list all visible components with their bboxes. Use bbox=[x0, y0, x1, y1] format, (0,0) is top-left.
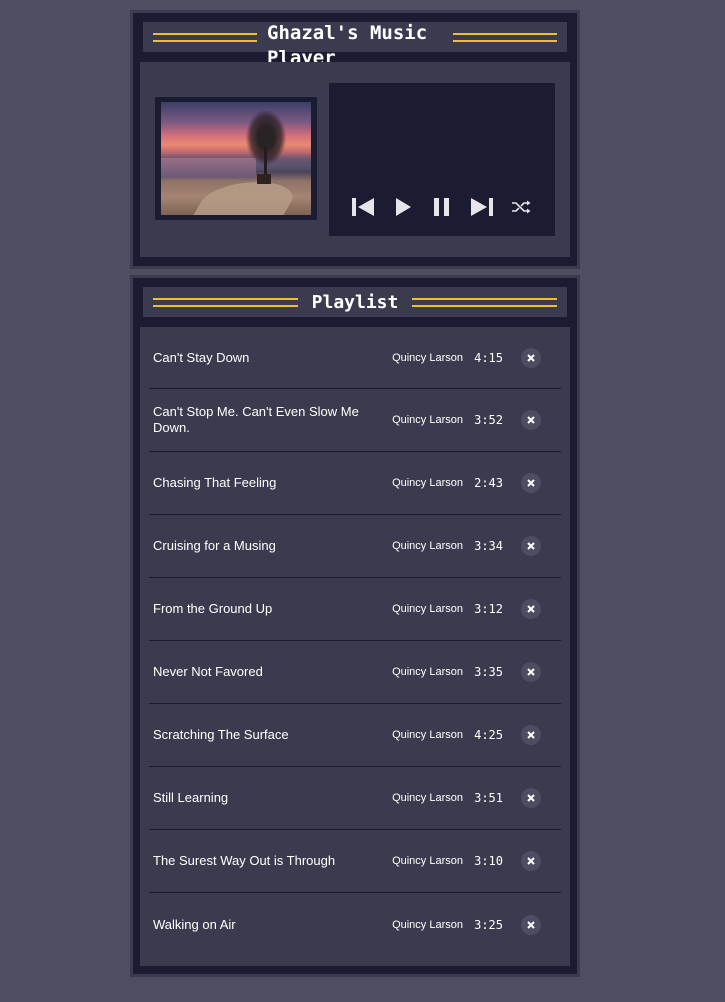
song-title: Chasing That Feeling bbox=[153, 475, 277, 490]
play-icon bbox=[395, 198, 411, 216]
song-title: Can't Stay Down bbox=[153, 349, 250, 365]
song-item[interactable]: Walking on Air Quincy Larson 3:25 bbox=[149, 893, 561, 956]
close-icon bbox=[527, 857, 535, 865]
previous-button[interactable] bbox=[349, 194, 377, 220]
album-art-frame bbox=[155, 97, 317, 220]
song-artist: Quincy Larson bbox=[392, 414, 463, 426]
song-title: Can't Stop Me. Can't Even Slow Me Down. bbox=[153, 404, 359, 435]
previous-icon bbox=[352, 198, 374, 216]
playlist-title-bar: Playlist bbox=[143, 287, 567, 317]
song-artist: Quincy Larson bbox=[392, 351, 463, 364]
song-artist: Quincy Larson bbox=[392, 666, 463, 678]
song-artist: Quincy Larson bbox=[392, 603, 463, 615]
song-duration: 4:15 bbox=[474, 350, 503, 365]
song-duration: 4:25 bbox=[474, 728, 503, 742]
song-duration: 3:52 bbox=[474, 413, 503, 427]
song-title: Walking on Air bbox=[153, 916, 236, 932]
song-item[interactable]: From the Ground Up Quincy Larson 3:12 bbox=[149, 578, 561, 641]
song-artist: Quincy Larson bbox=[392, 792, 463, 804]
song-duration: 2:43 bbox=[474, 476, 503, 490]
song-artist: Quincy Larson bbox=[392, 477, 463, 489]
song-duration: 3:34 bbox=[474, 539, 503, 553]
pause-button[interactable] bbox=[428, 194, 456, 220]
close-icon bbox=[527, 920, 535, 929]
close-icon bbox=[527, 605, 535, 613]
close-icon bbox=[527, 731, 535, 739]
decorative-lines bbox=[153, 297, 298, 307]
song-title: From the Ground Up bbox=[153, 601, 273, 616]
decorative-lines bbox=[453, 32, 557, 42]
close-icon bbox=[527, 416, 535, 424]
playlist-panel: Playlist Can't Stay Down Quincy Larson 4… bbox=[130, 275, 580, 977]
song-title: Never Not Favored bbox=[153, 664, 263, 679]
song-duration: 3:25 bbox=[474, 917, 503, 932]
delete-button[interactable] bbox=[521, 599, 541, 619]
player-content bbox=[140, 62, 570, 257]
close-icon bbox=[527, 542, 535, 550]
song-item[interactable]: Still Learning Quincy Larson 3:51 bbox=[149, 767, 561, 830]
song-item[interactable]: The Surest Way Out is Through Quincy Lar… bbox=[149, 830, 561, 893]
close-icon bbox=[527, 668, 535, 676]
pause-icon bbox=[434, 198, 449, 216]
song-item[interactable]: Can't Stay Down Quincy Larson 4:15 bbox=[149, 327, 561, 389]
song-duration: 3:10 bbox=[474, 854, 503, 868]
song-item[interactable]: Can't Stop Me. Can't Even Slow Me Down. … bbox=[149, 389, 561, 452]
delete-button[interactable] bbox=[521, 725, 541, 745]
play-button[interactable] bbox=[389, 194, 417, 220]
close-icon bbox=[527, 479, 535, 487]
song-artist: Quincy Larson bbox=[392, 855, 463, 867]
decorative-lines bbox=[412, 297, 558, 307]
song-duration: 3:12 bbox=[474, 602, 503, 616]
album-art bbox=[161, 102, 311, 215]
song-title: Still Learning bbox=[153, 790, 229, 805]
decorative-lines bbox=[153, 32, 257, 42]
song-artist: Quincy Larson bbox=[392, 540, 463, 552]
delete-button[interactable] bbox=[521, 347, 541, 368]
playlist: Can't Stay Down Quincy Larson 4:15 Can't… bbox=[140, 327, 570, 966]
delete-button[interactable] bbox=[521, 914, 541, 935]
player-display bbox=[329, 83, 555, 236]
next-button[interactable] bbox=[468, 194, 496, 220]
song-title: Scratching The Surface bbox=[153, 727, 289, 742]
song-item[interactable]: Cruising for a Musing Quincy Larson 3:34 bbox=[149, 515, 561, 578]
song-artist: Quincy Larson bbox=[392, 918, 463, 931]
shuffle-icon bbox=[512, 200, 531, 214]
song-title: The Surest Way Out is Through bbox=[153, 853, 336, 868]
song-duration: 3:35 bbox=[474, 665, 503, 679]
close-icon bbox=[527, 353, 535, 362]
playlist-title: Playlist bbox=[311, 291, 399, 313]
delete-button[interactable] bbox=[521, 536, 541, 556]
delete-button[interactable] bbox=[521, 410, 541, 430]
song-title: Cruising for a Musing bbox=[153, 538, 276, 553]
player-controls bbox=[349, 194, 535, 220]
delete-button[interactable] bbox=[521, 851, 541, 871]
song-item[interactable]: Chasing That Feeling Quincy Larson 2:43 bbox=[149, 452, 561, 515]
song-item[interactable]: Scratching The Surface Quincy Larson 4:2… bbox=[149, 704, 561, 767]
close-icon bbox=[527, 794, 535, 802]
player-title-bar: Ghazal's Music Player bbox=[143, 22, 567, 69]
song-duration: 3:51 bbox=[474, 791, 503, 805]
delete-button[interactable] bbox=[521, 662, 541, 682]
song-artist: Quincy Larson bbox=[392, 729, 463, 741]
next-icon bbox=[470, 198, 493, 216]
song-item[interactable]: Never Not Favored Quincy Larson 3:35 bbox=[149, 641, 561, 704]
player-panel: Ghazal's Music Player bbox=[130, 10, 580, 269]
delete-button[interactable] bbox=[521, 473, 541, 493]
shuffle-button[interactable] bbox=[507, 194, 535, 220]
delete-button[interactable] bbox=[521, 788, 541, 808]
